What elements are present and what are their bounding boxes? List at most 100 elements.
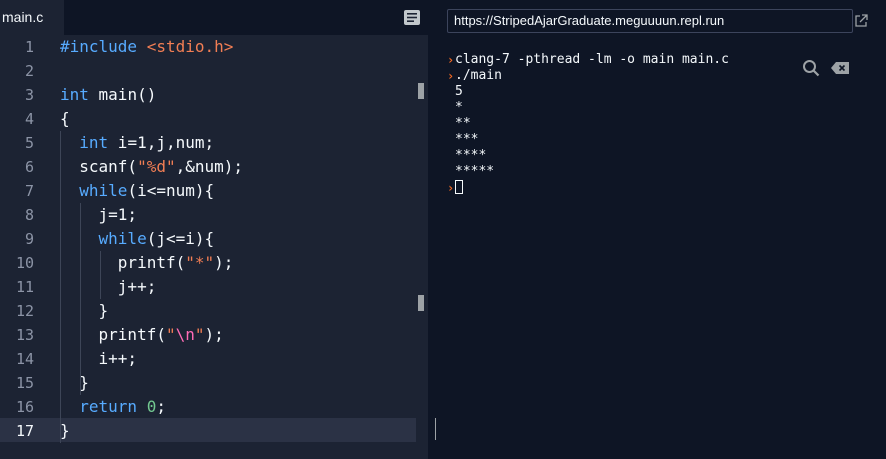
console-text: ***** — [455, 164, 495, 179]
line-number: 13 — [15, 326, 34, 344]
console-edge-marker — [435, 418, 436, 440]
code-token: j++; — [60, 277, 157, 296]
code-line: while(i<=num){ — [60, 179, 214, 203]
code-token: ; — [156, 397, 166, 416]
code-line: } — [60, 299, 109, 323]
console-command-line: › clang-7 -pthread -lm -o main main.c — [447, 52, 815, 68]
editor-pane[interactable]: main.c 1 2 3 4 5 6 7 8 9 10 11 12 13 14 15 16 17 #includ… — [0, 0, 428, 459]
console-text: 5 — [455, 84, 463, 99]
code-token: #include — [60, 37, 147, 56]
code-token: return — [79, 397, 138, 416]
console-output-line: ** — [455, 116, 815, 132]
console-text: ./main — [455, 68, 502, 83]
code-line: printf("\n"); — [60, 323, 224, 347]
line-number: 17 — [15, 422, 34, 440]
url-bar[interactable]: https://StripedAjarGraduate.meguuuun.rep… — [447, 9, 853, 33]
code-token: ); — [204, 325, 224, 344]
line-number: 6 — [24, 158, 34, 176]
code-token: "%d" — [137, 157, 176, 176]
menu-icon[interactable] — [404, 10, 420, 25]
scrollbar-marker — [418, 295, 424, 311]
console-output: › clang-7 -pthread -lm -o main main.c › ./m… — [447, 52, 815, 196]
console-output-line: **** — [455, 148, 815, 164]
code-line: int main() — [60, 83, 156, 107]
code-line: printf("*"); — [60, 251, 234, 275]
editor-tab-bar: main.c — [0, 0, 428, 35]
code-line: #include <stdio.h> — [60, 35, 233, 59]
line-number: 2 — [24, 62, 34, 80]
console-command-line: › — [447, 179, 815, 196]
prompt-chevron-icon: › — [447, 181, 455, 195]
code-token: int — [60, 85, 89, 104]
code-token: while — [98, 229, 147, 248]
code-token: (i<=num){ — [127, 181, 215, 200]
line-number: 9 — [24, 230, 34, 248]
code-token: } — [60, 373, 89, 392]
code-token: printf( — [60, 253, 186, 272]
clear-console-icon[interactable] — [831, 62, 849, 74]
line-number: 3 — [24, 86, 34, 104]
line-number: 5 — [24, 134, 34, 152]
console-output-line: ***** — [455, 164, 815, 180]
code-token: } — [60, 421, 70, 440]
code-line: int i=1,j,num; — [60, 131, 214, 155]
code-token: scanf( — [60, 157, 138, 176]
console-output-line: *** — [455, 132, 815, 148]
prompt-chevron-icon: › — [447, 69, 455, 83]
scrollbar-marker — [418, 83, 424, 99]
code-token: } — [60, 301, 109, 320]
code-token: " — [194, 325, 205, 344]
line-number: 15 — [15, 374, 34, 392]
code-token: 0 — [146, 397, 157, 416]
code-token: i=1,j,num; — [108, 133, 215, 152]
code-token: while — [79, 181, 128, 200]
line-number: 16 — [15, 398, 34, 416]
line-number: 11 — [15, 278, 34, 296]
open-in-new-tab-icon[interactable] — [853, 13, 869, 29]
line-number: 8 — [24, 206, 34, 224]
code-token: \n — [175, 325, 195, 344]
tab-main-c[interactable]: main.c — [0, 0, 64, 35]
code-line: scanf("%d",&num); — [60, 155, 243, 179]
console-input-cursor[interactable] — [455, 179, 463, 194]
code-line: while(j<=i){ — [60, 227, 215, 251]
code-token: "*" — [185, 253, 215, 272]
code-token: i++; — [60, 349, 138, 368]
code-line: j++; — [60, 275, 157, 299]
code-token: (j<=i){ — [146, 229, 215, 248]
code-area[interactable]: #include <stdio.h> int main() { int i=1,j,… — [60, 35, 420, 459]
line-number: 1 — [24, 38, 34, 56]
code-token: <stdio.h> — [146, 37, 234, 56]
console-text: clang-7 -pthread -lm -o main main.c — [455, 52, 729, 67]
editor-scrollbar[interactable] — [416, 35, 428, 459]
console-output-line: 5 — [455, 84, 815, 100]
url-text: https://StripedAjarGraduate.meguuuun.rep… — [454, 13, 725, 28]
prompt-chevron-icon: › — [447, 53, 455, 67]
code-line: { — [60, 107, 70, 131]
code-token: ); — [214, 253, 234, 272]
line-number: 10 — [15, 254, 34, 272]
console-text: * — [455, 100, 463, 115]
console-output-line: * — [455, 100, 815, 116]
line-number: 4 — [24, 110, 34, 128]
code-token: " — [165, 325, 176, 344]
code-token: j=1; — [60, 205, 138, 224]
line-number: 14 — [15, 350, 34, 368]
code-token: main() — [88, 85, 157, 104]
code-token: ,&num); — [175, 157, 244, 176]
console-pane[interactable]: https://StripedAjarGraduate.meguuuun.rep… — [431, 0, 886, 459]
code-token: printf( — [60, 325, 166, 344]
code-token: int — [79, 133, 109, 152]
line-number: 12 — [15, 302, 34, 320]
code-line: } — [60, 419, 70, 443]
code-line: j=1; — [60, 203, 138, 227]
code-line: i++; — [60, 347, 138, 371]
console-text: **** — [455, 148, 487, 163]
console-text: *** — [455, 132, 479, 147]
console-command-line: › ./main — [447, 68, 815, 84]
code-line: return 0; — [60, 395, 166, 419]
